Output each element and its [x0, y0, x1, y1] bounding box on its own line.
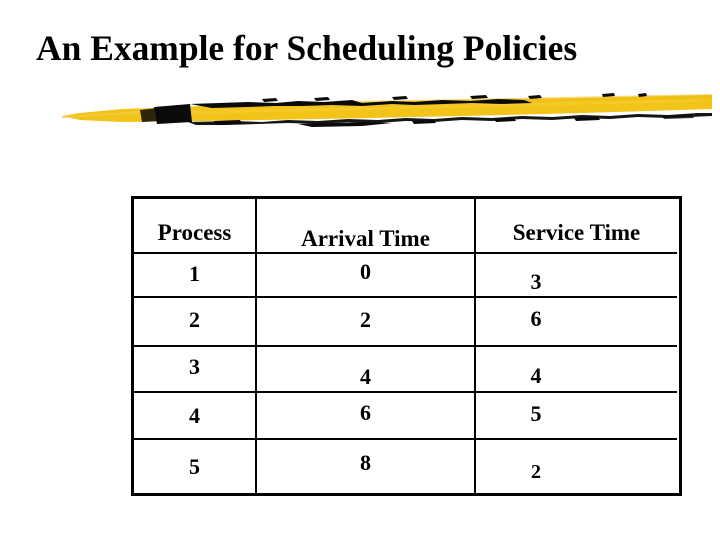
row-separator: [257, 438, 474, 440]
table-cell-arrival-time: 8: [360, 450, 371, 475]
row-separator: [476, 296, 677, 298]
table-cell-arrival-time: 0: [360, 259, 371, 284]
table-cell-service-time: 6: [530, 306, 542, 331]
brush-stroke-divider-icon: [62, 88, 712, 136]
row-separator: [134, 296, 255, 298]
table-cell-service-time: 2: [531, 461, 541, 483]
table-cell-process: 2: [189, 307, 200, 332]
scheduling-example-table: Process Arrival Time Service Time 1 0 3 …: [131, 196, 682, 496]
table-cell-service-time: 5: [530, 401, 542, 426]
row-separator: [257, 391, 474, 393]
table-header-process: Process: [157, 220, 232, 245]
table-cell-process: 5: [189, 454, 200, 479]
page-title: An Example for Scheduling Policies: [36, 28, 578, 68]
row-separator: [134, 252, 255, 254]
slide-canvas: An Example for Scheduling Policies Proce…: [0, 0, 720, 540]
table-cell-process: 4: [189, 403, 200, 428]
row-separator: [257, 252, 474, 254]
row-separator: [257, 345, 474, 347]
table-cell-service-time: 4: [530, 363, 542, 388]
row-separator: [134, 345, 255, 347]
table-cell-arrival-time: 4: [360, 364, 371, 389]
table-cell-arrival-time: 6: [360, 400, 371, 425]
row-separator: [476, 345, 677, 347]
table-header-arrival-time: Arrival Time: [301, 226, 430, 251]
table-header-service-time: Service Time: [512, 220, 641, 245]
row-separator: [476, 438, 677, 440]
row-separator: [476, 252, 677, 254]
row-separator: [476, 391, 677, 393]
table-cell-process: 1: [189, 261, 200, 286]
row-separator: [134, 391, 255, 393]
table-cell-process: 3: [189, 354, 200, 379]
table-cell-arrival-time: 2: [360, 307, 371, 332]
table-cell-service-time: 3: [530, 269, 542, 294]
row-separator: [257, 296, 474, 298]
row-separator: [134, 438, 255, 440]
